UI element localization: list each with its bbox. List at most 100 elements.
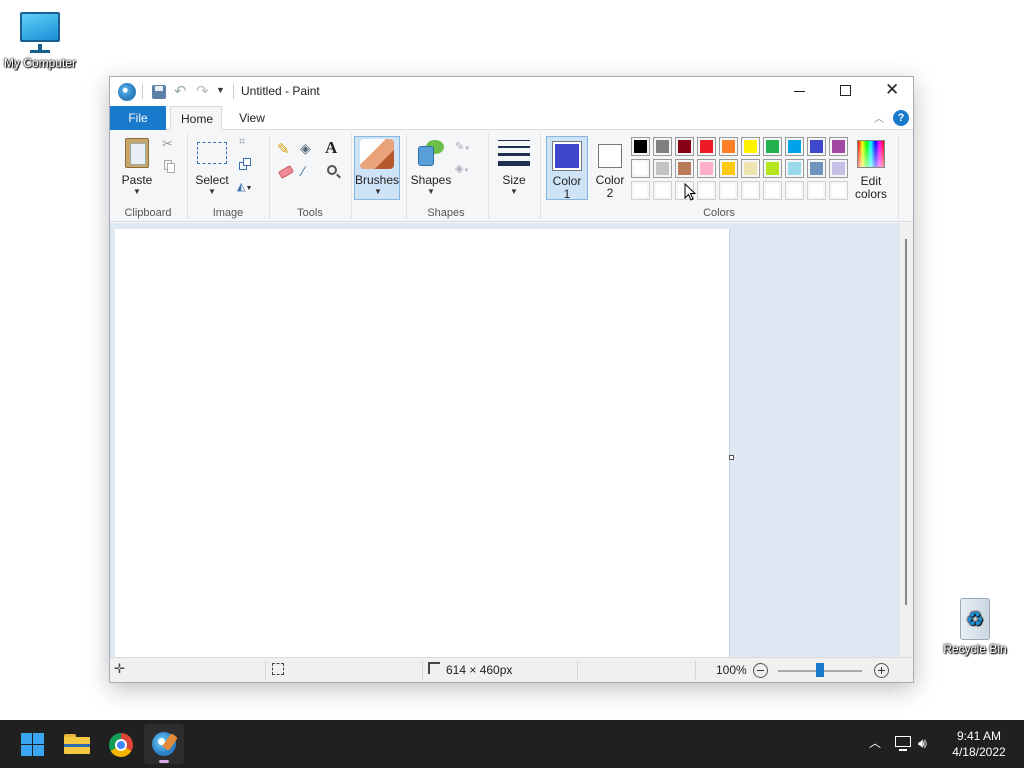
palette-swatch[interactable] (719, 137, 738, 156)
palette-swatch[interactable] (719, 181, 738, 200)
palette-swatch-fill (810, 162, 823, 175)
resize-icon[interactable] (239, 158, 253, 172)
zoom-slider-thumb[interactable] (816, 663, 824, 677)
pencil-icon[interactable]: ✎ (277, 140, 295, 158)
palette-swatch[interactable] (741, 137, 760, 156)
palette-swatch[interactable] (697, 181, 716, 200)
color-picker-icon[interactable]: ⁄ (302, 163, 320, 181)
minimize-button[interactable] (776, 77, 822, 106)
crop-icon[interactable]: ⌗ (239, 136, 253, 150)
save-icon[interactable] (152, 85, 166, 99)
recycle-bin-icon: ♻ (958, 596, 992, 642)
palette-swatch[interactable] (741, 181, 760, 200)
copy-icon[interactable] (162, 158, 178, 174)
palette-swatch[interactable] (829, 159, 848, 178)
paint-window: ↶ ↷ ▼ Untitled - Paint ✕ File Home View … (109, 76, 914, 683)
clock[interactable]: 9:41 AM 4/18/2022 (944, 728, 1014, 762)
redo-icon[interactable]: ↷ (196, 82, 212, 100)
group-label-shapes: Shapes (427, 207, 465, 219)
palette-swatch[interactable] (785, 137, 804, 156)
zoom-in-button[interactable] (874, 663, 889, 678)
tab-view[interactable]: View (228, 106, 276, 130)
edit-colors-button[interactable]: Edit colors (852, 136, 890, 201)
customize-quick-access-icon[interactable]: ▼ (216, 85, 226, 99)
volume-icon[interactable]: 🔊︎ (918, 733, 938, 753)
paste-button[interactable]: Paste ▼ (116, 136, 158, 200)
palette-swatch-fill (634, 162, 647, 175)
palette-swatch-fill (700, 140, 713, 153)
start-button[interactable] (12, 724, 52, 764)
taskbar: ︿ 🔊︎ 9:41 AM 4/18/2022 (0, 720, 1024, 768)
help-icon[interactable]: ? (893, 110, 909, 126)
palette-swatch[interactable] (763, 181, 782, 200)
maximize-button[interactable] (822, 77, 868, 106)
palette-swatch[interactable] (631, 137, 650, 156)
palette-swatch[interactable] (829, 181, 848, 200)
palette-swatch-fill (678, 162, 691, 175)
cut-icon[interactable]: ✂ (162, 136, 178, 152)
palette-swatch-fill (744, 140, 757, 153)
color1-button[interactable]: Color 1 (546, 136, 588, 201)
palette-swatch[interactable] (719, 159, 738, 178)
rotate-icon[interactable]: ◭▼ (237, 180, 259, 194)
palette-swatch-fill (722, 140, 735, 153)
shape-fill-icon[interactable]: ◈▼ (455, 162, 479, 176)
show-hidden-icons-icon[interactable]: ︿ (866, 734, 884, 752)
zoom-level: 100% (716, 663, 747, 677)
close-button[interactable]: ✕ (868, 77, 914, 106)
palette-swatch[interactable] (675, 159, 694, 178)
desktop-icon-my-computer[interactable]: My Computer (0, 10, 80, 70)
palette-swatch[interactable] (697, 159, 716, 178)
palette-swatch-fill (700, 162, 713, 175)
text-icon[interactable]: A (325, 138, 343, 158)
taskbar-file-explorer[interactable] (56, 724, 96, 764)
drawing-canvas[interactable] (115, 229, 729, 657)
palette-swatch[interactable] (631, 159, 650, 178)
eraser-icon[interactable] (277, 165, 295, 179)
palette-swatch[interactable] (631, 181, 650, 200)
palette-swatch[interactable] (653, 159, 672, 178)
status-bar: ✛ 614 × 460px 100% (110, 657, 913, 682)
magnifier-icon[interactable] (325, 163, 343, 181)
network-icon[interactable] (893, 734, 913, 752)
title-bar: ↶ ↷ ▼ Untitled - Paint ✕ (110, 77, 913, 106)
canvas-resize-handle[interactable] (729, 455, 734, 460)
palette-swatch-fill (832, 140, 845, 153)
undo-icon[interactable]: ↶ (174, 82, 190, 100)
palette-swatch[interactable] (675, 137, 694, 156)
tab-file[interactable]: File (110, 106, 166, 130)
fill-bucket-icon[interactable]: ◈ (300, 140, 318, 158)
outline-icon[interactable]: ✎▼ (455, 140, 479, 154)
taskbar-chrome[interactable] (100, 724, 140, 764)
color2-button[interactable]: Color 2 (590, 136, 630, 200)
scrollbar-thumb[interactable] (905, 239, 907, 605)
shapes-button[interactable]: Shapes ▼ (410, 136, 452, 200)
palette-swatch[interactable] (807, 159, 826, 178)
color-spectrum-icon (857, 140, 885, 168)
tab-home[interactable]: Home (170, 106, 222, 131)
size-button[interactable]: Size ▼ (494, 136, 534, 200)
palette-swatch[interactable] (785, 181, 804, 200)
palette-swatch[interactable] (697, 137, 716, 156)
paint-app-icon (152, 732, 178, 756)
minimize-ribbon-icon[interactable]: ︿ (874, 110, 886, 125)
palette-swatch[interactable] (653, 181, 672, 200)
vertical-scrollbar[interactable] (900, 223, 913, 657)
taskbar-paint[interactable] (144, 724, 184, 764)
palette-swatch[interactable] (763, 137, 782, 156)
palette-swatch[interactable] (741, 159, 760, 178)
minus-icon (757, 670, 764, 671)
zoom-out-button[interactable] (753, 663, 768, 678)
palette-swatch[interactable] (807, 137, 826, 156)
select-button[interactable]: Select ▼ (194, 136, 230, 200)
maximize-icon (840, 85, 851, 96)
palette-swatch[interactable] (829, 137, 848, 156)
palette-swatch[interactable] (653, 137, 672, 156)
palette-swatch[interactable] (763, 159, 782, 178)
desktop-icon-recycle-bin[interactable]: ♻ Recycle Bin (935, 596, 1015, 656)
palette-swatch[interactable] (785, 159, 804, 178)
zoom-slider[interactable] (778, 663, 862, 677)
brushes-button[interactable]: Brushes ▼ (354, 136, 400, 200)
palette-swatch-fill (788, 162, 801, 175)
palette-swatch[interactable] (807, 181, 826, 200)
